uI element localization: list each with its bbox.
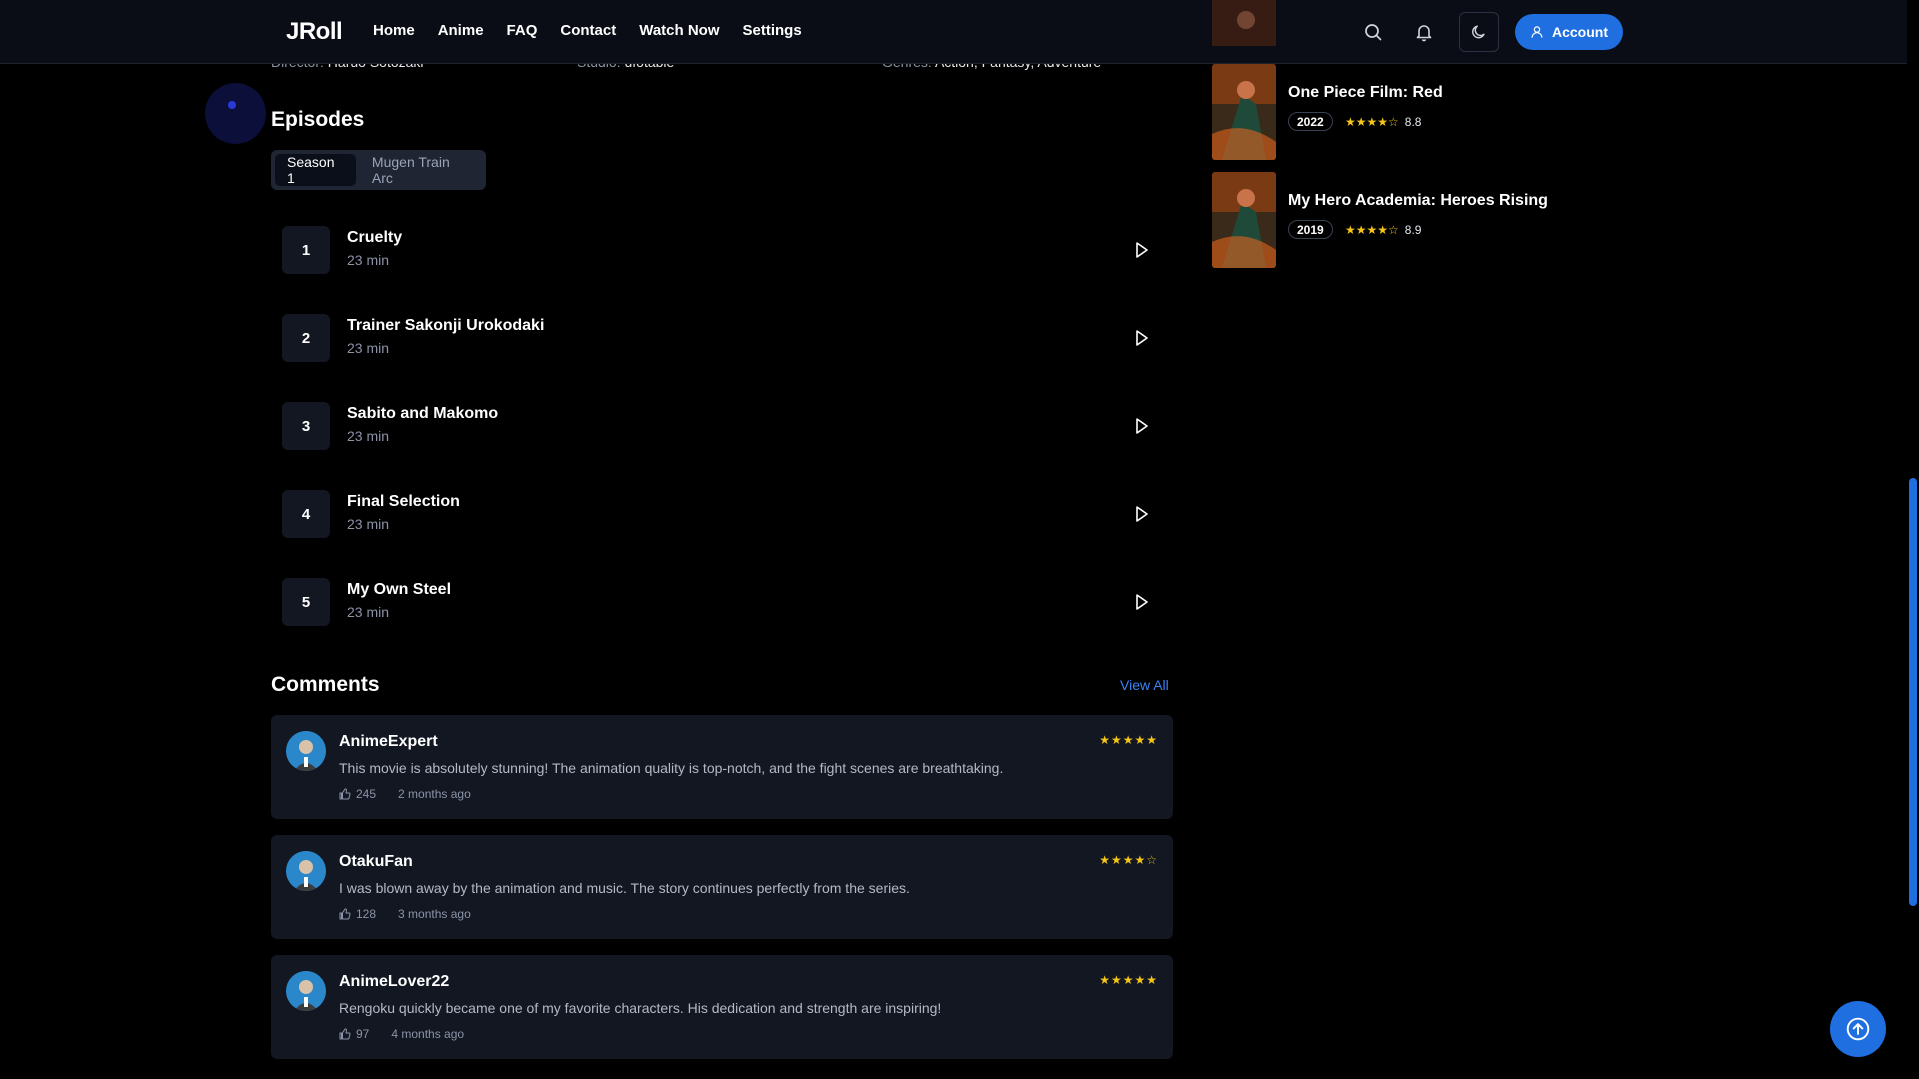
avatar [286,971,326,1011]
avatar [286,731,326,771]
year-badge: 2019 [1288,220,1333,239]
rating-stars: ★★★★☆ 8.9 [1345,222,1422,237]
comment-rating: ★★★★★ [1099,973,1158,987]
episode-item[interactable]: 5 My Own Steel 23 min [271,562,1171,642]
episode-duration: 23 min [347,604,390,620]
comment-time: 4 months ago [391,1027,465,1041]
back-to-top-button[interactable] [1830,1001,1886,1057]
poster-thumbnail [1212,172,1276,268]
episode-duration: 23 min [347,252,390,268]
comment-card: AnimeExpert ★★★★★ This movie is absolute… [271,715,1173,819]
user-icon [1531,26,1543,38]
like-count: 128 [356,907,377,921]
episode-title: Final Selection [347,493,460,510]
rating-stars: ★★★★☆ 8.8 [1345,114,1422,129]
episode-item[interactable]: 1 Cruelty 23 min [271,210,1171,290]
year-badge: 2022 [1288,112,1333,131]
episode-title: Trainer Sakonji Urokodaki [347,317,545,334]
like-button[interactable]: 97 [339,1027,369,1041]
nav-anime[interactable]: Anime [438,22,484,39]
nav-home[interactable]: Home [373,22,415,39]
recommendation-title: One Piece Film: Red [1288,84,1443,101]
comment-text: I was blown away by the animation and mu… [339,880,910,896]
episode-number: 4 [282,490,330,538]
play-icon[interactable] [1131,504,1151,524]
episode-item[interactable]: 2 Trainer Sakonji Urokodaki 23 min [271,298,1171,378]
poster-thumbnail [1212,64,1276,160]
top-navbar: JRoll Home Anime FAQ Contact Watch Now S… [0,0,1919,64]
account-label: Account [1552,24,1608,40]
account-button[interactable]: Account [1515,14,1623,50]
thumbs-up-icon [339,908,351,920]
like-count: 97 [356,1027,370,1041]
tab-season-1[interactable]: Season 1 [275,154,356,186]
theme-toggle-button[interactable] [1459,12,1499,52]
decorative-dot [228,101,236,109]
episode-number: 5 [282,578,330,626]
bell-icon[interactable] [1414,22,1434,42]
nav-faq[interactable]: FAQ [507,22,538,39]
arrow-up-circle-icon [1846,1017,1870,1041]
recommendation-item[interactable]: My Hero Academia: Heroes Rising 2019 ★★★… [1212,172,1632,270]
main-nav: Home Anime FAQ Contact Watch Now Setting… [373,22,802,39]
comment-text: This movie is absolutely stunning! The a… [339,760,1004,776]
like-button[interactable]: 245 [339,787,376,801]
comment-card: AnimeLover22 ★★★★★ Rengoku quickly becam… [271,955,1173,1059]
nav-contact[interactable]: Contact [560,22,616,39]
episode-duration: 23 min [347,428,390,444]
avatar [286,851,326,891]
episode-title: Sabito and Makomo [347,405,499,422]
decorative-circle [205,83,266,144]
comments-heading: Comments [271,673,380,696]
season-tabs: Season 1 Mugen Train Arc [271,150,486,190]
moon-icon [1472,25,1485,39]
rating-score: 8.9 [1404,222,1422,237]
scrollbar-thumb[interactable] [1909,478,1917,906]
like-button[interactable]: 128 [339,907,376,921]
episode-number: 2 [282,314,330,362]
play-icon[interactable] [1131,240,1151,260]
recommendation-item[interactable]: One Piece Film: Red 2022 ★★★★☆ 8.8 [1212,64,1632,162]
episode-duration: 23 min [347,516,390,532]
nav-watch-now[interactable]: Watch Now [639,22,719,39]
comment-time: 2 months ago [398,787,471,801]
comment-card: OtakuFan ★★★★☆ I was blown away by the a… [271,835,1173,939]
recommendation-title: My Hero Academia: Heroes Rising [1288,192,1548,209]
comment-meta: 128 3 months ago [339,907,471,921]
episode-title: My Own Steel [347,581,452,598]
episode-duration: 23 min [347,340,390,356]
tab-mugen-train-arc[interactable]: Mugen Train Arc [360,154,482,186]
episode-item[interactable]: 4 Final Selection 23 min [271,474,1171,554]
play-icon[interactable] [1131,416,1151,436]
like-count: 245 [356,787,377,801]
play-icon[interactable] [1131,328,1151,348]
thumbs-up-icon [339,1028,351,1040]
comment-rating: ★★★★☆ [1099,853,1158,867]
comment-username: AnimeExpert [339,733,438,750]
comment-username: OtakuFan [339,853,413,870]
play-icon[interactable] [1131,592,1151,612]
episode-item[interactable]: 3 Sabito and Makomo 23 min [271,386,1171,466]
rating-score: 8.8 [1404,114,1422,129]
comment-username: AnimeLover22 [339,973,450,990]
search-icon[interactable] [1363,22,1383,42]
comment-rating: ★★★★★ [1099,733,1158,747]
view-all-comments-link[interactable]: View All [1120,677,1169,693]
episode-title: Cruelty [347,229,403,246]
episode-number: 1 [282,226,330,274]
episode-number: 3 [282,402,330,450]
thumbs-up-icon [339,788,351,800]
episodes-heading: Episodes [271,108,365,131]
comment-meta: 97 4 months ago [339,1027,464,1041]
nav-settings[interactable]: Settings [743,22,802,39]
logo[interactable]: JRoll [286,18,343,46]
page-content: Director: Haruo Sotozaki Studio: ufotabl… [0,0,1919,1079]
poster-thumbnail [1212,0,1276,46]
comment-meta: 245 2 months ago [339,787,471,801]
comment-text: Rengoku quickly became one of my favorit… [339,1000,942,1016]
comment-time: 3 months ago [398,907,471,921]
